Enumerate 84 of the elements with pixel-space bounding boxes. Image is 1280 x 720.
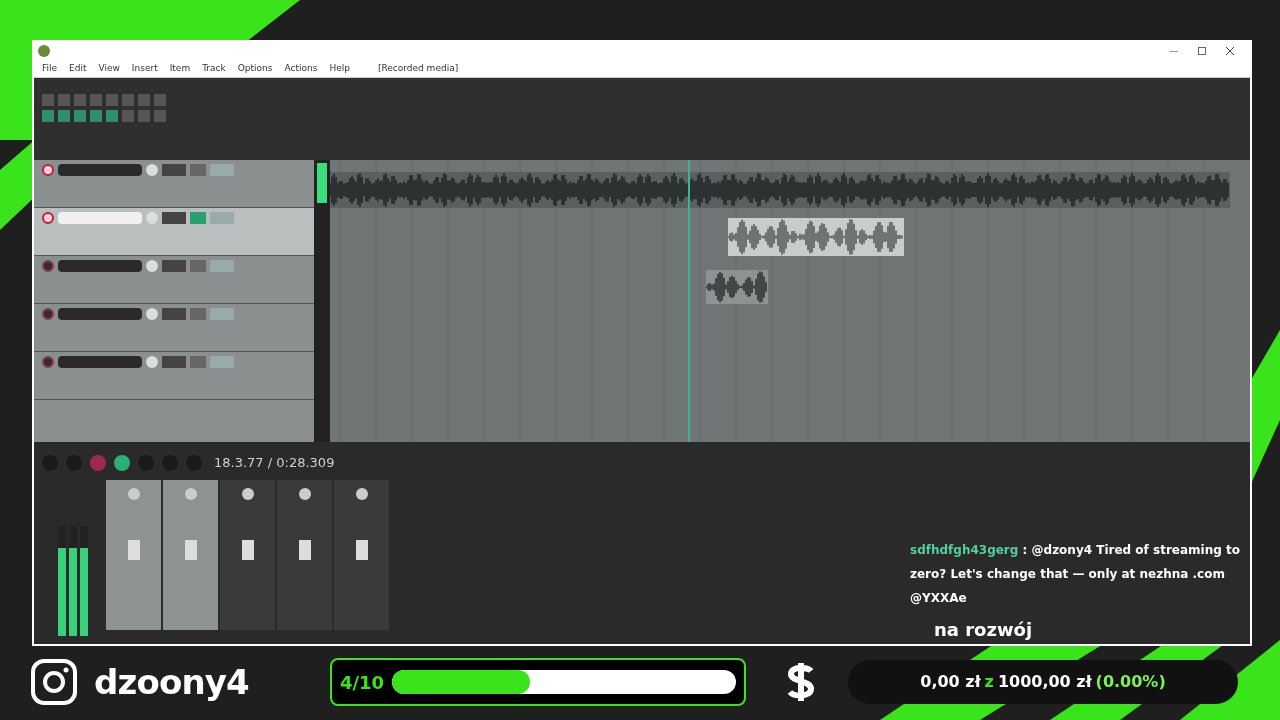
pan-knob-icon[interactable] (241, 488, 254, 500)
pan-knob-icon[interactable] (355, 488, 368, 500)
menu-item[interactable]: Insert (131, 61, 158, 76)
maximize-icon[interactable] (1198, 47, 1206, 55)
fader-handle[interactable] (127, 540, 140, 560)
toolbar-icon[interactable] (42, 110, 54, 122)
goal-title: na rozwój (934, 618, 1033, 642)
toolbar-icon[interactable] (90, 94, 102, 106)
record-arm-icon[interactable] (42, 356, 54, 368)
time-display: 18.3.77 / 0:28.309 (214, 454, 335, 473)
toolbar-icon[interactable] (138, 110, 150, 122)
envelope-button[interactable] (210, 260, 234, 272)
toolbar-icon[interactable] (122, 94, 134, 106)
menu-item[interactable]: Track (202, 61, 226, 76)
audio-item (706, 270, 768, 304)
fader-handle[interactable] (241, 540, 254, 560)
fader-handle[interactable] (298, 540, 311, 560)
goal-count: 4/10 (340, 670, 385, 695)
envelope-button[interactable] (210, 212, 234, 224)
toolbar-icon[interactable] (106, 94, 118, 106)
record-button[interactable] (90, 455, 106, 471)
menu-item[interactable]: Actions (284, 61, 318, 76)
menu-item[interactable]: File (42, 61, 58, 76)
menu-item[interactable]: [Recorded media] (377, 61, 459, 76)
track-control-button[interactable] (190, 308, 206, 320)
meter-fill (317, 163, 327, 203)
track-control-button[interactable] (190, 164, 206, 176)
track-control-button[interactable] (190, 212, 206, 224)
menu-item[interactable]: View (98, 61, 120, 76)
track-control-button[interactable] (190, 260, 206, 272)
toolbar-icon[interactable] (106, 110, 118, 122)
menu-item[interactable]: Item (169, 61, 191, 76)
track-name-field[interactable] (58, 164, 142, 176)
donation-target: 1000,00 zł (997, 671, 1092, 693)
fader-handle[interactable] (184, 540, 197, 560)
toolbar-icon[interactable] (58, 94, 70, 106)
toolbar-icon[interactable] (74, 94, 86, 106)
menu-item[interactable]: Help (329, 61, 350, 76)
menu-item[interactable]: Edit (69, 61, 87, 76)
toolbar-icon[interactable] (154, 94, 166, 106)
chat-message: sdfhdfgh43gerg : @dzony4 Tired of streaming to zero? Let's change that — only at nezhna .com @YXXAe (910, 542, 1241, 607)
toolbar-icon[interactable] (42, 94, 54, 106)
toolbar-icon[interactable] (122, 110, 134, 122)
envelope-button[interactable] (210, 164, 234, 176)
volume-knob-icon[interactable] (146, 212, 158, 224)
track-name-field[interactable] (58, 260, 142, 272)
toolbar-icon[interactable] (154, 110, 166, 122)
record-arm-icon[interactable] (42, 260, 54, 272)
envelope-button[interactable] (210, 356, 234, 368)
instagram-icon (30, 658, 78, 706)
track-control-button[interactable] (190, 356, 206, 368)
volume-knob-icon[interactable] (146, 260, 158, 272)
track-name-field[interactable] (58, 212, 142, 224)
close-icon[interactable] (1226, 47, 1234, 55)
toolbar-icon[interactable] (138, 94, 150, 106)
track-control-button[interactable] (162, 164, 186, 176)
toolbar-icon[interactable] (74, 110, 86, 122)
track-header[interactable] (34, 208, 314, 256)
track-control-button[interactable] (162, 308, 186, 320)
play-button[interactable] (114, 455, 130, 471)
dollar-icon (786, 661, 816, 703)
track-control-button[interactable] (162, 212, 186, 224)
volume-knob-icon[interactable] (146, 164, 158, 176)
menu-item[interactable]: Options (237, 61, 273, 76)
track-name-field[interactable] (58, 308, 142, 320)
fader-handle[interactable] (355, 540, 368, 560)
toolbar-icon[interactable] (90, 110, 102, 122)
donation-connector: z (984, 671, 994, 693)
volume-knob-icon[interactable] (146, 356, 158, 368)
donation-current: 0,00 zł (920, 671, 981, 693)
track-control-button[interactable] (162, 260, 186, 272)
record-arm-icon[interactable] (42, 164, 54, 176)
minimize-icon[interactable] (1170, 51, 1178, 52)
pan-knob-icon[interactable] (298, 488, 311, 500)
envelope-button[interactable] (210, 308, 234, 320)
track-name-field[interactable] (58, 356, 142, 368)
volume-knob-icon[interactable] (146, 308, 158, 320)
toolbar-icon[interactable] (58, 110, 70, 122)
track-control-button[interactable] (162, 356, 186, 368)
app-logo-icon (38, 45, 50, 57)
channel-handle: dzoony4 (94, 660, 250, 704)
record-arm-icon[interactable] (42, 212, 54, 224)
record-arm-icon[interactable] (42, 308, 54, 320)
donation-percent: (0.00%) (1095, 671, 1166, 693)
